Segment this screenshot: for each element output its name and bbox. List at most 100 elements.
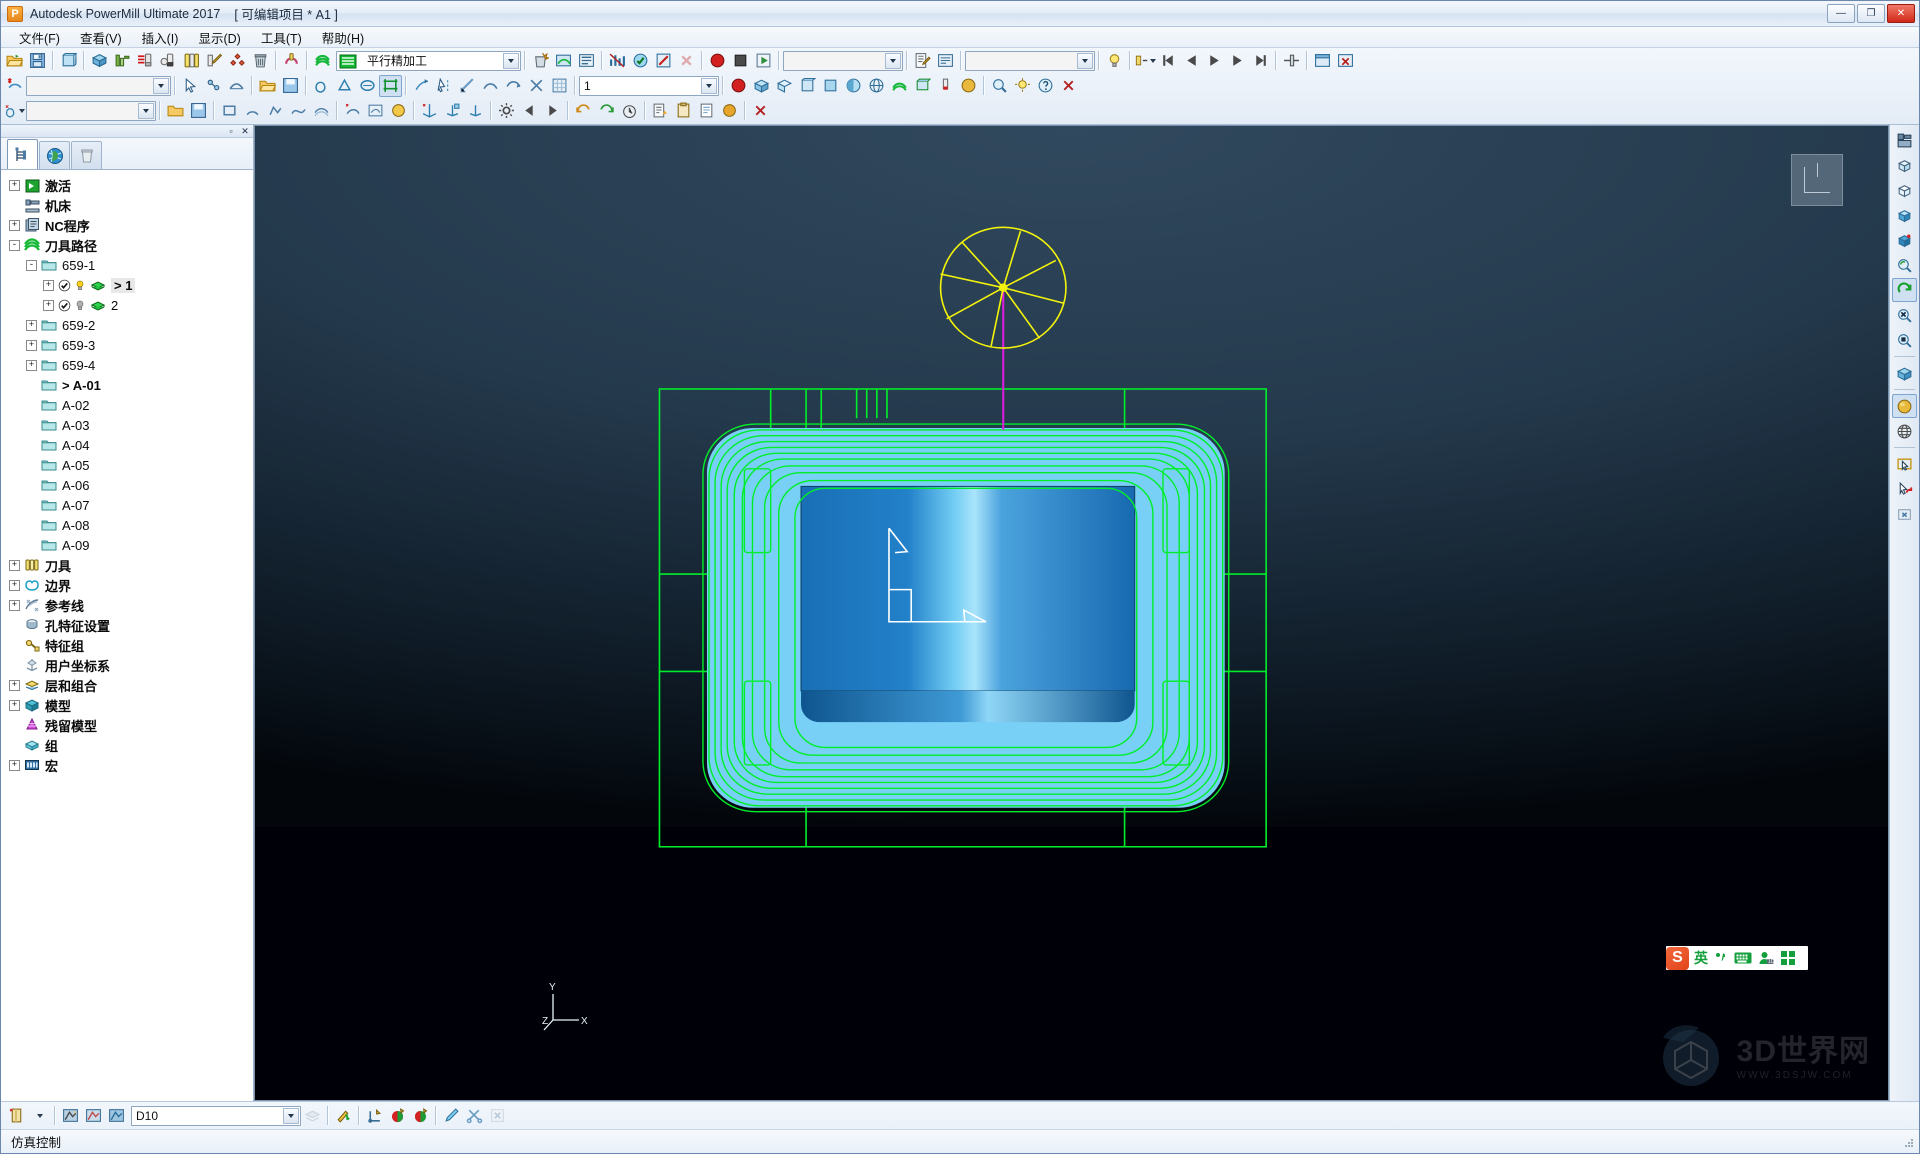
expand-toggle-icon[interactable]: + bbox=[43, 279, 54, 291]
sim-forward-button[interactable] bbox=[1226, 50, 1249, 72]
tab-recycle[interactable] bbox=[71, 141, 102, 169]
view-iso1-button[interactable] bbox=[750, 75, 773, 97]
wire-button[interactable] bbox=[865, 75, 888, 97]
geom-spline-button[interactable] bbox=[287, 100, 310, 122]
tool-combo-arrow[interactable] bbox=[283, 1107, 299, 1124]
sim-collision1-button[interactable] bbox=[386, 1105, 409, 1127]
view-iso2-button[interactable] bbox=[773, 75, 796, 97]
sim-last-button[interactable] bbox=[1249, 50, 1272, 72]
display-tool-button[interactable] bbox=[934, 75, 957, 97]
sim-first-button[interactable] bbox=[1157, 50, 1180, 72]
tree-item-folder-659-4[interactable]: +659-4 bbox=[5, 355, 253, 375]
expand-toggle-icon[interactable]: + bbox=[9, 599, 20, 611]
view-cube[interactable] bbox=[1791, 154, 1843, 206]
step-prev-button[interactable] bbox=[518, 100, 541, 122]
boundary-block-button[interactable] bbox=[310, 75, 333, 97]
select-surface-button[interactable] bbox=[179, 75, 202, 97]
recycle-toolpath-button[interactable] bbox=[529, 50, 552, 72]
view-top-button[interactable] bbox=[796, 75, 819, 97]
clipboard-button[interactable] bbox=[672, 100, 695, 122]
open-project-button[interactable] bbox=[3, 50, 26, 72]
view-wireframe-button[interactable] bbox=[1892, 419, 1917, 443]
sim-back-button[interactable] bbox=[1180, 50, 1203, 72]
strategy-combo[interactable]: 平行精加工 bbox=[336, 50, 521, 71]
menu-tools[interactable]: 工具(T) bbox=[251, 26, 312, 49]
tree-item-folder-a-01[interactable]: > A-01 bbox=[5, 375, 253, 395]
level-combo[interactable]: 1 bbox=[579, 75, 719, 96]
notes-button[interactable] bbox=[695, 100, 718, 122]
tree-item-stock-model[interactable]: 残留模型 bbox=[5, 715, 253, 735]
sim-block-dropdown[interactable] bbox=[28, 1105, 51, 1127]
tree-item-feature-group[interactable]: 特征组 bbox=[5, 635, 253, 655]
keyboard-icon[interactable] bbox=[1734, 951, 1752, 965]
sim-view1-button[interactable] bbox=[59, 1105, 82, 1127]
pattern-new-button[interactable] bbox=[341, 100, 364, 122]
sim-axis-button[interactable] bbox=[363, 1105, 386, 1127]
toolpath-strategy-button[interactable] bbox=[134, 50, 157, 72]
tree-item-toolpath-2[interactable]: +2 bbox=[5, 295, 253, 315]
tree-item-folder-a-06[interactable]: A-06 bbox=[5, 475, 253, 495]
geom-offset-button[interactable] bbox=[310, 100, 333, 122]
toolpath-list-button[interactable] bbox=[575, 50, 598, 72]
display-shading-button[interactable] bbox=[957, 75, 980, 97]
step-next-button[interactable] bbox=[541, 100, 564, 122]
view-shade-button[interactable] bbox=[1892, 394, 1917, 418]
record-button[interactable] bbox=[706, 50, 729, 72]
view-select-undo-button[interactable] bbox=[1892, 477, 1917, 501]
transform-button[interactable] bbox=[410, 75, 433, 97]
tree-item-folder-a-02[interactable]: A-02 bbox=[5, 395, 253, 415]
tool-combo[interactable]: D10 bbox=[131, 1105, 301, 1126]
maximize-button[interactable]: ❐ bbox=[1857, 4, 1885, 23]
explorer-minimize-button[interactable]: ▫ bbox=[226, 126, 236, 136]
tree-item-toolpaths[interactable]: - 刀具路径 bbox=[5, 235, 253, 255]
pattern-3d-button[interactable] bbox=[387, 100, 410, 122]
workplane-edit-button[interactable] bbox=[441, 100, 464, 122]
view-iso-1-button[interactable] bbox=[1892, 153, 1917, 177]
stock-record-button[interactable] bbox=[727, 75, 750, 97]
close-button[interactable]: ✕ bbox=[1887, 4, 1915, 23]
reverse-button[interactable] bbox=[502, 75, 525, 97]
tree-item-group[interactable]: 组 bbox=[5, 735, 253, 755]
expand-toggle-icon[interactable]: + bbox=[26, 319, 37, 331]
sim-collision2-button[interactable] bbox=[409, 1105, 432, 1127]
cross-button[interactable] bbox=[525, 75, 548, 97]
measure-button[interactable] bbox=[456, 75, 479, 97]
punctuation-icon[interactable] bbox=[1714, 950, 1728, 966]
light-button[interactable] bbox=[1011, 75, 1034, 97]
workplane-align-button[interactable] bbox=[464, 100, 487, 122]
tree-item-activate[interactable]: + 激活 bbox=[5, 175, 253, 195]
toolpath-strategies-icon-button[interactable] bbox=[311, 50, 334, 72]
view-rotate-button[interactable] bbox=[1892, 253, 1917, 277]
machine-tool-button[interactable] bbox=[111, 50, 134, 72]
stop-button[interactable] bbox=[729, 50, 752, 72]
tree-item-featureset-config[interactable]: 孔特征设置 bbox=[5, 615, 253, 635]
shade-button[interactable] bbox=[842, 75, 865, 97]
secondary-combo[interactable] bbox=[965, 50, 1095, 71]
save-project-button[interactable] bbox=[26, 50, 49, 72]
tree-item-folder-659-2[interactable]: +659-2 bbox=[5, 315, 253, 335]
expand-toggle-icon[interactable]: + bbox=[9, 759, 20, 771]
select-curve-button[interactable] bbox=[202, 75, 225, 97]
display-toolpath-button[interactable] bbox=[888, 75, 911, 97]
tree-item-folder-659-3[interactable]: +659-3 bbox=[5, 335, 253, 355]
lightbulb-icon[interactable] bbox=[74, 279, 86, 292]
redo-button[interactable] bbox=[595, 100, 618, 122]
menu-help[interactable]: 帮助(H) bbox=[312, 26, 374, 49]
new-feature-button[interactable] bbox=[3, 75, 26, 97]
menu-file[interactable]: 文件(F) bbox=[9, 26, 70, 49]
collapse-toggle-icon[interactable]: - bbox=[9, 239, 20, 251]
sim-reset-button[interactable] bbox=[332, 1105, 355, 1127]
tree-item-ncprogram[interactable]: + NC程序 bbox=[5, 215, 253, 235]
tree-item-folder-a-03[interactable]: A-03 bbox=[5, 415, 253, 435]
close-panel-button[interactable] bbox=[1057, 75, 1080, 97]
tree-item-boundary[interactable]: + 边界 bbox=[5, 575, 253, 595]
pattern-view-button[interactable] bbox=[364, 100, 387, 122]
boundary-shape-button[interactable] bbox=[356, 75, 379, 97]
window-close-view-button[interactable] bbox=[1334, 50, 1357, 72]
expand-toggle-icon[interactable]: + bbox=[26, 359, 37, 371]
zoom-fit-button[interactable] bbox=[988, 75, 1011, 97]
display-block-button[interactable] bbox=[911, 75, 934, 97]
tab-world[interactable] bbox=[39, 141, 70, 169]
lamp-button[interactable] bbox=[1103, 50, 1126, 72]
toolpath-check[interactable] bbox=[57, 298, 71, 312]
